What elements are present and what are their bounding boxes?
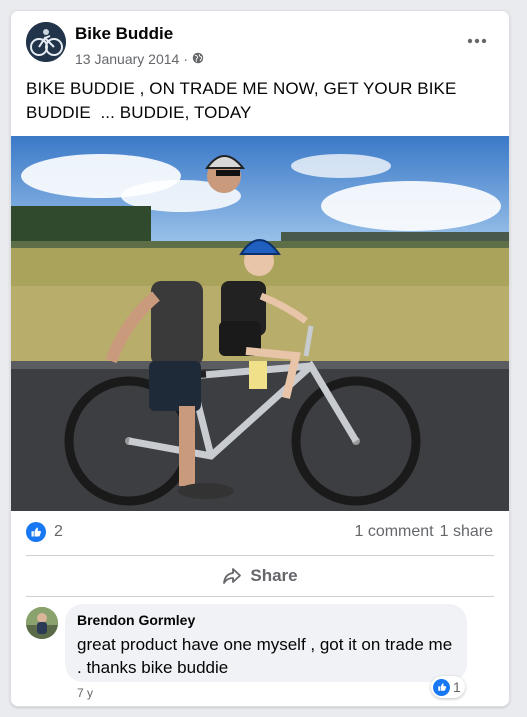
reaction-summary[interactable]: 2 (26, 522, 63, 542)
reaction-count: 2 (54, 523, 63, 540)
comment-reaction[interactable]: 1 (431, 676, 465, 698)
engagement-counts: 1 comment 1 share (354, 523, 493, 541)
share-arrow-icon (223, 568, 242, 584)
divider (26, 596, 494, 597)
more-dots-icon (467, 38, 487, 44)
more-options-button[interactable] (461, 25, 493, 57)
post-text: BIKE BUDDIE , ON TRADE ME NOW, GET YOUR … (26, 79, 457, 122)
share-label: Share (250, 566, 298, 585)
comment-text: great product have one myself , got it o… (77, 635, 453, 677)
comment-count[interactable]: 1 comment (354, 523, 433, 541)
post-meta: 13 January 2014 · (75, 51, 204, 67)
comment-author[interactable]: Brendon Gormley (77, 612, 455, 628)
comment-reaction-count: 1 (453, 679, 461, 695)
share-button[interactable]: Share (26, 556, 494, 596)
post-card: Bike Buddie 13 January 2014 · BIKE BUDDI… (10, 10, 510, 707)
commenter-avatar[interactable] (26, 607, 58, 639)
post-photo[interactable] (11, 136, 509, 511)
globe-icon (192, 51, 204, 67)
page-avatar[interactable] (26, 22, 66, 62)
comment-bubble: Brendon Gormley great product have one m… (65, 604, 467, 682)
like-icon (26, 522, 46, 542)
share-count[interactable]: 1 share (440, 523, 493, 541)
page-name[interactable]: Bike Buddie (75, 24, 173, 44)
meta-separator: · (183, 51, 188, 67)
post-date[interactable]: 13 January 2014 (75, 51, 179, 67)
like-icon (433, 678, 450, 696)
comment-timestamp[interactable]: 7 y (77, 686, 93, 700)
